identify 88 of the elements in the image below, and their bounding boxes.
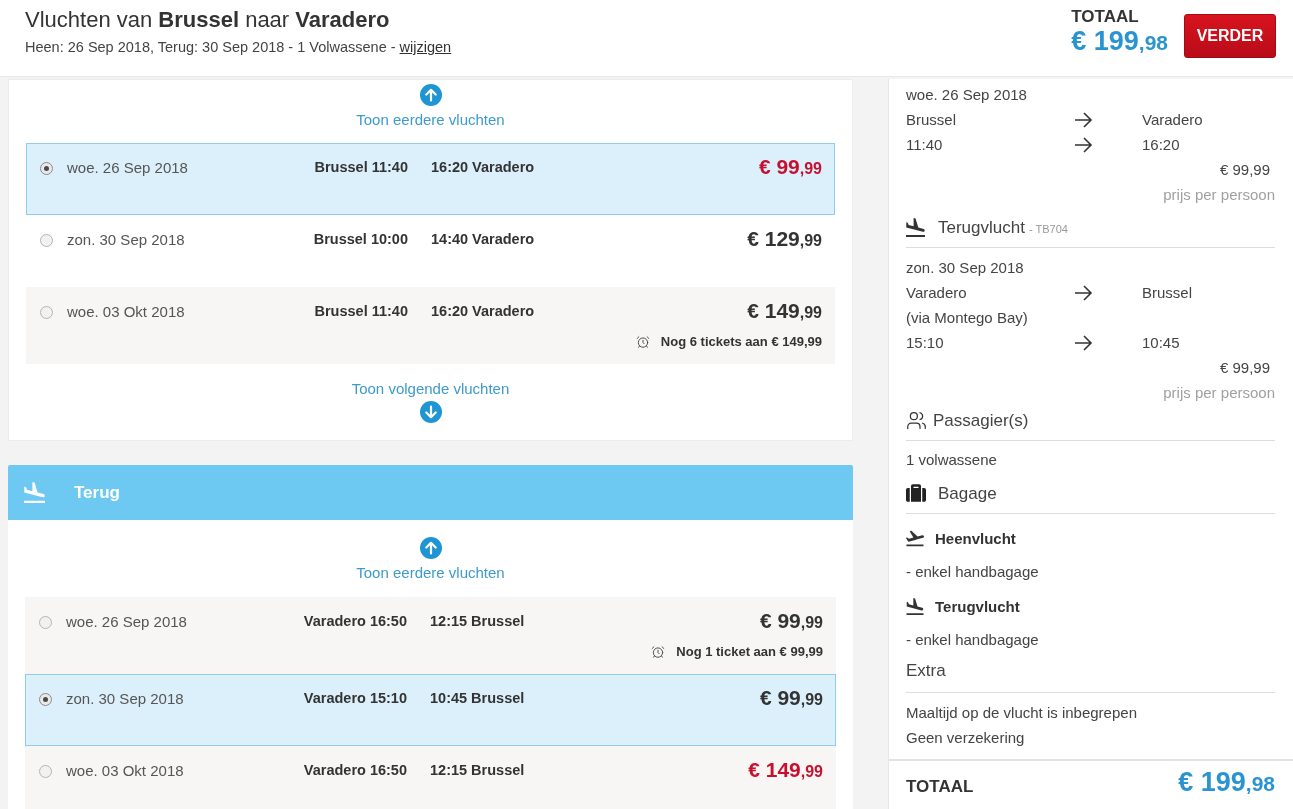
- arrow-up-circle-icon: [419, 84, 442, 106]
- route-origin: 11:40: [906, 135, 944, 155]
- flight-date: zon. 30 Sep 2018: [906, 258, 1025, 278]
- flight-price: € 149,99: [748, 758, 823, 783]
- flight-option[interactable]: woe. 26 Sep 2018 Varadero 16:50 12:15 Brussel € 99,99 Nog 1 ticket aan € 99,99: [25, 597, 836, 674]
- flight-date: woe. 26 Sep 2018: [906, 85, 1028, 105]
- departure-time: Varadero 16:50: [302, 612, 407, 632]
- leg-price: € 99,99: [1219, 160, 1271, 180]
- arrow-right-icon: [1074, 111, 1093, 128]
- flight-option[interactable]: zon. 30 Sep 2018 Varadero 15:10 10:45 Brussel € 99,99: [25, 674, 836, 746]
- flight-option[interactable]: woe. 03 Okt 2018 Varadero 16:50 12:15 Brussel € 149,99: [25, 746, 836, 809]
- flight-price: € 129,99: [747, 227, 822, 252]
- departure-time: Varadero 16:50: [302, 761, 407, 781]
- flight-option[interactable]: woe. 03 Okt 2018 Brussel 11:40 16:20 Varadero € 149,99 Nog 6 tickets aan € 149,99: [26, 287, 835, 364]
- radio-button[interactable]: [39, 764, 52, 778]
- suitcase-icon: [906, 483, 926, 503]
- radio-button[interactable]: [40, 233, 53, 247]
- flight-date: woe. 03 Okt 2018: [66, 760, 185, 781]
- change-link[interactable]: wijzigen: [399, 39, 452, 55]
- passenger-count: 1 volwassene: [906, 450, 998, 470]
- route-origin: Brussel: [906, 110, 958, 130]
- arrow-right-icon: [1074, 136, 1093, 153]
- total-price: € 199,98: [1071, 26, 1168, 58]
- baggage-detail: - enkel handbagage: [906, 630, 1040, 650]
- total-label: TOTAAL: [1071, 8, 1140, 26]
- arrow-down-circle-icon: [419, 401, 442, 423]
- arrival-time: 10:45 Brussel: [430, 689, 526, 709]
- section-title: Terug: [74, 481, 120, 504]
- radio-button[interactable]: [39, 615, 52, 629]
- continue-button[interactable]: VERDER: [1184, 14, 1276, 58]
- route-origin: 15:10: [906, 333, 945, 353]
- radio-button[interactable]: [39, 692, 52, 706]
- flight-code: - TB704: [1028, 221, 1068, 237]
- departure-time: Varadero 15:10: [302, 689, 407, 709]
- flight-price: € 149,99: [747, 299, 822, 324]
- plane-landing-icon: [906, 597, 924, 615]
- extra-item: Geen verzekering: [906, 728, 1026, 748]
- arrow-right-icon: [1074, 334, 1093, 351]
- page-title: Vluchten van Brussel naar Varadero: [25, 6, 391, 34]
- plane-landing-icon: [24, 482, 45, 503]
- flight-price: € 99,99: [758, 155, 822, 180]
- departure-time: Brussel 10:00: [312, 230, 408, 250]
- flight-date: zon. 30 Sep 2018: [67, 229, 186, 250]
- arrival-time: 12:15 Brussel: [430, 761, 526, 781]
- plane-takeoff-icon: [906, 529, 924, 547]
- total-price: € 199,98: [1178, 767, 1275, 799]
- arrival-time: 16:20 Varadero: [431, 158, 536, 178]
- arrow-up-circle-icon: [419, 537, 442, 559]
- route-origin: Varadero: [906, 283, 968, 303]
- flight-option[interactable]: woe. 26 Sep 2018 Brussel 11:40 16:20 Varadero € 99,99: [26, 143, 835, 215]
- flight-date: woe. 26 Sep 2018: [67, 157, 189, 178]
- arrival-time: 12:15 Brussel: [430, 612, 526, 632]
- price-note: prijs per persoon: [1163, 383, 1275, 403]
- route-destination: 10:45: [1142, 333, 1181, 353]
- baggage-flight-title: Terugvlucht: [935, 596, 1020, 617]
- people-icon: [906, 409, 927, 431]
- leg-price: € 99,99: [1219, 358, 1271, 378]
- route-destination: Brussel: [1142, 283, 1194, 303]
- arrival-time: 14:40 Varadero: [431, 230, 536, 250]
- flight-date: zon. 30 Sep 2018: [66, 688, 185, 709]
- departure-time: Brussel 11:40: [313, 302, 408, 322]
- radio-button[interactable]: [40, 305, 53, 319]
- flight-date: woe. 26 Sep 2018: [66, 611, 188, 632]
- plane-landing-icon: [906, 217, 925, 237]
- route-destination: Varadero: [1142, 110, 1204, 130]
- ticket-availability-note: Nog 1 ticket aan € 99,99: [676, 643, 823, 662]
- baggage-flight-title: Heenvlucht: [935, 528, 1016, 549]
- radio-button[interactable]: [40, 161, 53, 175]
- route-note: (via Montego Bay): [906, 308, 1029, 328]
- price-note: prijs per persoon: [1163, 185, 1275, 205]
- baggage-detail: - enkel handbagage: [906, 562, 1040, 582]
- flight-price: € 99,99: [759, 609, 823, 634]
- section-heading: Passagier(s): [933, 409, 1029, 432]
- departure-time: Brussel 11:40: [313, 158, 408, 178]
- flight-date: woe. 03 Okt 2018: [67, 301, 186, 322]
- section-heading: Bagage: [938, 482, 997, 505]
- route-destination: 16:20: [1142, 135, 1181, 155]
- arrival-time: 16:20 Varadero: [431, 302, 536, 322]
- flight-price: € 99,99: [759, 686, 823, 711]
- section-heading: Terugvlucht: [938, 216, 1025, 239]
- total-label: TOTAAL: [906, 776, 974, 798]
- extra-item: Maaltijd op de vlucht is inbegrepen: [906, 703, 1138, 723]
- trip-summary: Heen: 26 Sep 2018, Terug: 30 Sep 2018 - 1 Volwassene - wijzigen: [25, 38, 452, 57]
- section-heading: Extra: [906, 660, 947, 682]
- alarm-clock-icon: [651, 645, 666, 659]
- arrow-right-icon: [1074, 284, 1093, 301]
- ticket-availability-note: Nog 6 tickets aan € 149,99: [660, 333, 822, 352]
- alarm-clock-icon: [635, 335, 650, 349]
